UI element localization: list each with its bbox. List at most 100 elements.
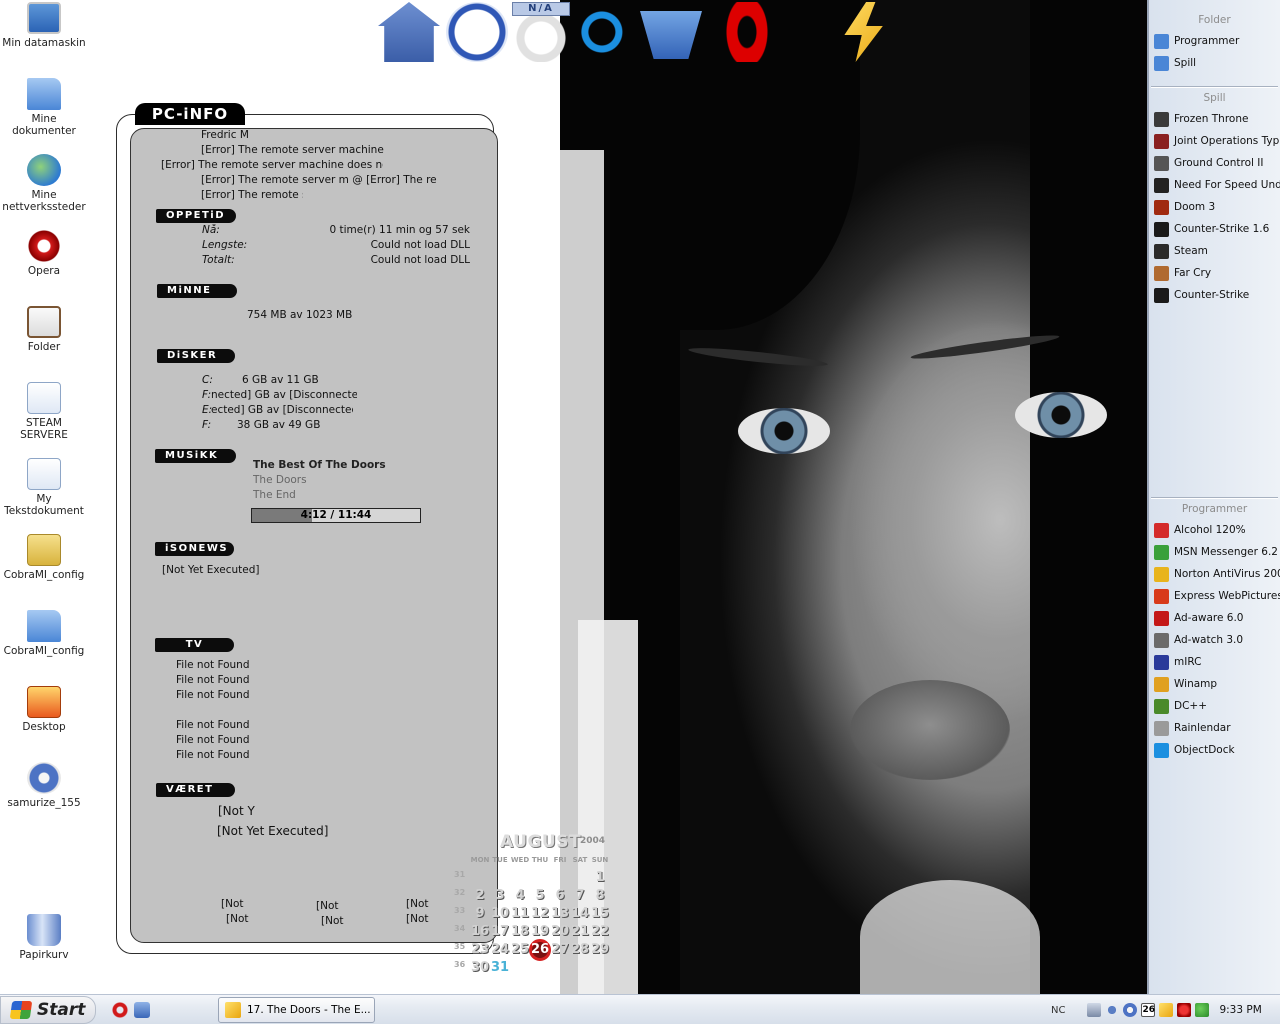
calendar-day[interactable]: 13 bbox=[550, 906, 570, 921]
desktop-icon-label: Opera bbox=[27, 265, 61, 277]
calendar-month: AUGUST bbox=[500, 832, 582, 852]
calendar-day[interactable]: 8 bbox=[590, 888, 610, 903]
sidebar-item[interactable]: Ad-aware 6.0 bbox=[1149, 607, 1280, 629]
sidebar-item[interactable]: Winamp bbox=[1149, 673, 1280, 695]
sidebar-item-label: MSN Messenger 6.2 bbox=[1174, 546, 1278, 558]
msn-tray-icon[interactable] bbox=[1195, 1003, 1210, 1017]
sidebar-item[interactable]: Doom 3 bbox=[1149, 196, 1280, 218]
desktop-icon-my-computer[interactable]: Min datamaskin bbox=[2, 2, 86, 49]
sidebar-item[interactable]: Need For Speed Underground bbox=[1149, 174, 1280, 196]
sidebar-item[interactable]: MSN Messenger 6.2 bbox=[1149, 541, 1280, 563]
desktop-icon-cobrami-zip[interactable]: CobraMI_config bbox=[2, 534, 86, 581]
sidebar-item[interactable]: Programmer bbox=[1149, 30, 1280, 52]
calendar-day[interactable]: 10 bbox=[490, 906, 510, 921]
memory-label: MiNNE bbox=[157, 284, 237, 298]
calendar-day[interactable]: 28 bbox=[570, 942, 590, 957]
mirc-tray-icon[interactable] bbox=[1105, 1003, 1120, 1017]
calendar-day[interactable]: 15 bbox=[590, 906, 610, 921]
desktop-icon-samurize[interactable]: samurize_155 bbox=[2, 762, 86, 809]
start-button[interactable]: Start bbox=[0, 996, 96, 1024]
desktop-icon-cobrami-folder[interactable]: CobraMI_config bbox=[2, 610, 86, 657]
calendar-tray-icon[interactable]: 26 bbox=[1141, 1003, 1156, 1017]
desktop-icon-network-places[interactable]: Mine nettverkssteder bbox=[2, 154, 86, 213]
calendar-day[interactable]: 27 bbox=[550, 942, 570, 957]
tv-line: File not Found bbox=[176, 719, 250, 731]
calendar-day[interactable]: 14 bbox=[570, 906, 590, 921]
quicklaunch-opera-icon[interactable] bbox=[112, 1002, 128, 1018]
taskbar-clock[interactable]: 9:33 PM bbox=[1219, 1004, 1261, 1016]
calendar-day[interactable]: 18 bbox=[510, 924, 530, 939]
sidebar-item[interactable]: Counter-Strike bbox=[1149, 284, 1280, 306]
sidebar-item[interactable]: Spill bbox=[1149, 52, 1280, 74]
sidebar-item[interactable]: Norton AntiVirus 2004 bbox=[1149, 563, 1280, 585]
sidebar-item[interactable]: Ground Control II bbox=[1149, 152, 1280, 174]
sidebar-item[interactable]: Counter-Strike 1.6 bbox=[1149, 218, 1280, 240]
winamp-tray-icon[interactable] bbox=[1159, 1003, 1174, 1017]
calendar-day[interactable]: 11 bbox=[510, 906, 530, 921]
samurize-tray-icon[interactable] bbox=[1123, 1003, 1138, 1017]
calendar-day[interactable]: 24 bbox=[490, 942, 510, 957]
sidebar-item[interactable]: Alcohol 120% bbox=[1149, 519, 1280, 541]
sidebar-programs-items: Alcohol 120% MSN Messenger 6.2 Norton Anti… bbox=[1149, 519, 1280, 761]
calendar-day[interactable]: 30 bbox=[470, 960, 490, 975]
desktop-icon-desktop[interactable]: Desktop bbox=[2, 686, 86, 733]
desktop-icon-opera[interactable]: Opera bbox=[2, 230, 86, 277]
sidebar-item[interactable]: Rainlendar bbox=[1149, 717, 1280, 739]
calendar-day[interactable]: 2 bbox=[470, 888, 490, 903]
calendar-day[interactable]: 4 bbox=[510, 888, 530, 903]
news-label: iSONEWS bbox=[155, 542, 234, 556]
calendar-day[interactable]: 22 bbox=[590, 924, 610, 939]
quicklaunch-desktop-icon[interactable] bbox=[134, 1002, 150, 1018]
uptime-value: Could not load DLL bbox=[370, 239, 470, 251]
desktop-icon-steam-servere[interactable]: STEAM SERVERE bbox=[2, 382, 86, 441]
sidebar-item[interactable]: Far Cry bbox=[1149, 262, 1280, 284]
weather-na-icon[interactable]: N/A bbox=[510, 2, 572, 62]
objectdock-icon[interactable] bbox=[574, 2, 636, 62]
calendar-day[interactable]: 17 bbox=[490, 924, 510, 939]
sidebar-group-games: Spill Frozen Throne Joint Operations Typh… bbox=[1149, 86, 1280, 306]
calendar-day[interactable]: 20 bbox=[550, 924, 570, 939]
calendar-day[interactable]: 7 bbox=[570, 888, 590, 903]
computer-icon bbox=[27, 2, 61, 34]
alcohol-tray-icon[interactable] bbox=[1177, 1003, 1192, 1017]
desktop-icon-label: My Tekstdokument bbox=[4, 493, 84, 517]
sidebar-item[interactable]: DC++ bbox=[1149, 695, 1280, 717]
sidebar-item-label: mIRC bbox=[1174, 656, 1202, 668]
calendar-day[interactable]: 5 bbox=[530, 888, 550, 903]
sidebar-item-label: Norton AntiVirus 2004 bbox=[1174, 568, 1280, 580]
calendar-day[interactable]: 16 bbox=[470, 924, 490, 939]
calendar-day[interactable]: 12 bbox=[530, 906, 550, 921]
desktop-icon-recycle-bin[interactable]: Papirkurv bbox=[2, 914, 86, 961]
calendar-day[interactable]: 31 bbox=[490, 960, 510, 975]
calendar-day[interactable]: 26 bbox=[530, 942, 550, 957]
sidebar-item[interactable]: Joint Operations Typhoon bbox=[1149, 130, 1280, 152]
desktop-icon-folder[interactable]: Folder bbox=[2, 306, 86, 353]
calendar-day[interactable]: 23 bbox=[470, 942, 490, 957]
sidebar-item[interactable]: Frozen Throne bbox=[1149, 108, 1280, 130]
language-indicator[interactable]: NC bbox=[1051, 1005, 1065, 1016]
opera-icon[interactable] bbox=[716, 2, 778, 62]
wallpaper-portrait bbox=[560, 0, 1148, 994]
calendar-day[interactable]: 3 bbox=[490, 888, 510, 903]
calendar-day[interactable]: 25 bbox=[510, 942, 530, 957]
calendar-day[interactable]: 29 bbox=[590, 942, 610, 957]
calendar-day[interactable]: 1 bbox=[590, 870, 610, 885]
sidebar-item[interactable]: Steam bbox=[1149, 240, 1280, 262]
calendar-day[interactable]: 9 bbox=[470, 906, 490, 921]
desktop-icon-text-document[interactable]: My Tekstdokument bbox=[2, 458, 86, 517]
calendar-day[interactable]: 21 bbox=[570, 924, 590, 939]
desktop-icon-my-documents[interactable]: Mine dokumenter bbox=[2, 78, 86, 137]
clock-icon[interactable] bbox=[446, 2, 508, 62]
sidebar-item[interactable]: Express WebPictures bbox=[1149, 585, 1280, 607]
sidebar-games-items: Frozen Throne Joint Operations Typhoon Gro… bbox=[1149, 108, 1280, 306]
desktop-icon-label: samurize_155 bbox=[7, 797, 81, 809]
calendar-day[interactable]: 6 bbox=[550, 888, 570, 903]
calendar-day[interactable]: 19 bbox=[530, 924, 550, 939]
network-icon[interactable] bbox=[1087, 1003, 1102, 1017]
music-progress-bar[interactable]: 4:12 / 11:44 bbox=[251, 508, 421, 523]
taskbar-button-winamp[interactable]: 17. The Doors - The E... bbox=[218, 997, 375, 1023]
calendar-week-number: 36 bbox=[454, 960, 466, 969]
sidebar-item[interactable]: ObjectDock bbox=[1149, 739, 1280, 761]
sidebar-item[interactable]: mIRC bbox=[1149, 651, 1280, 673]
sidebar-item[interactable]: Ad-watch 3.0 bbox=[1149, 629, 1280, 651]
